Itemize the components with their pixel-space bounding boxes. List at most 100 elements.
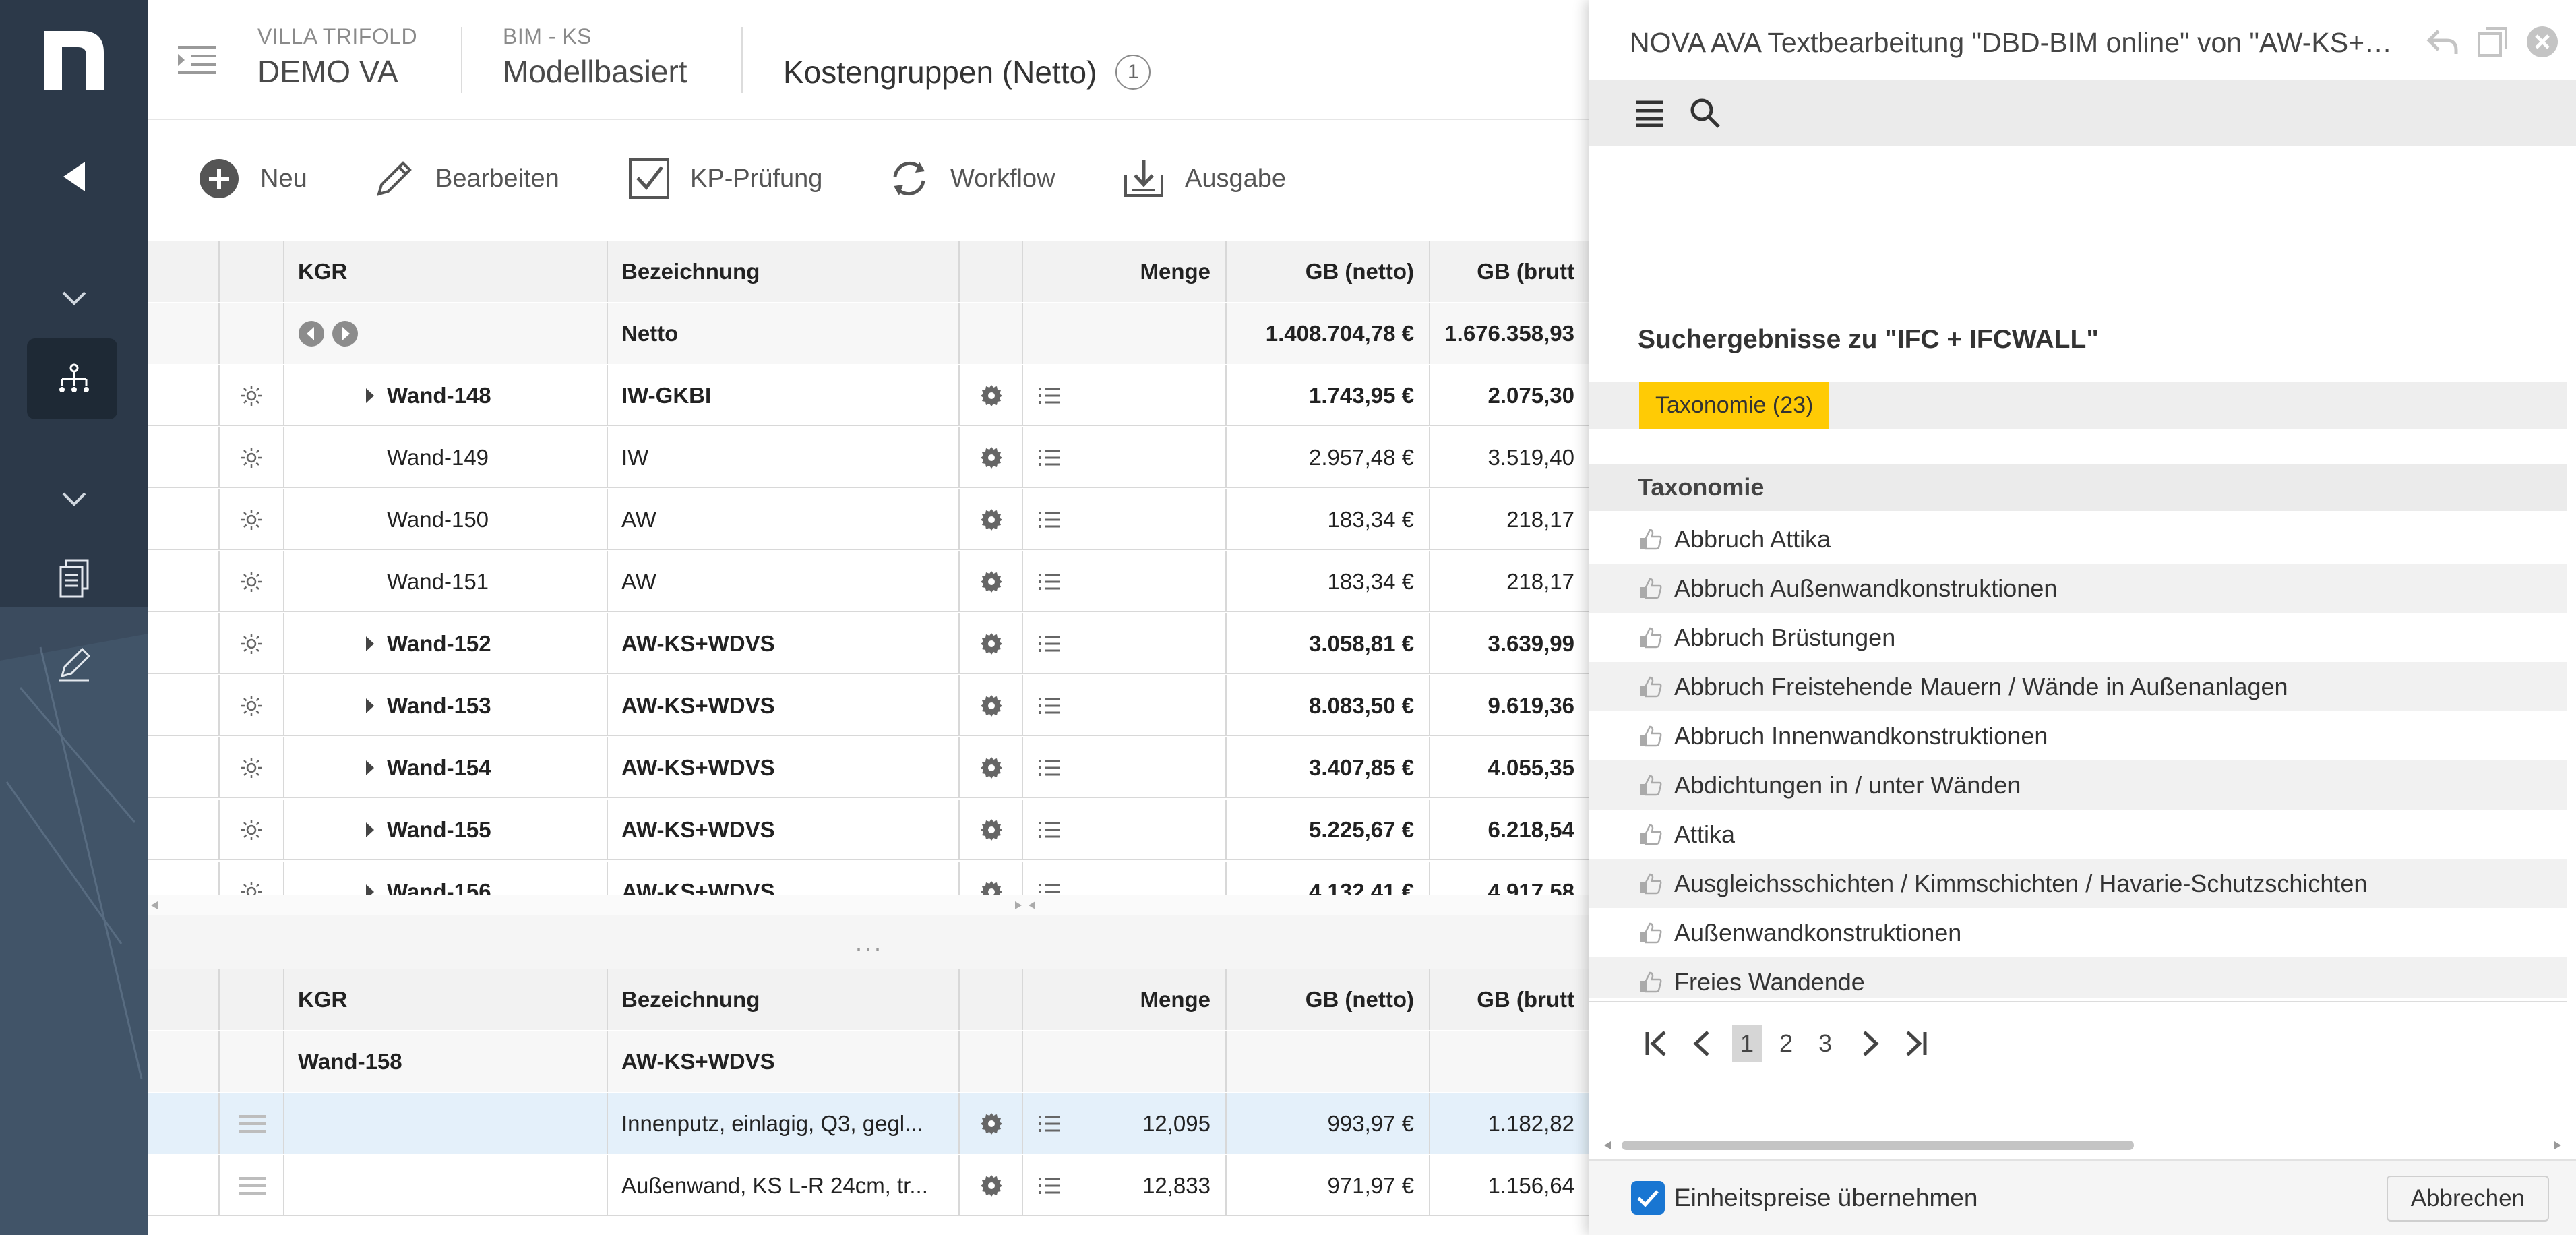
row-kgr[interactable]: Wand-156 — [284, 862, 608, 895]
table-row[interactable]: Wand-150 AW 183,34 € 218,17 — [148, 489, 1591, 550]
table-row[interactable]: Innenputz, einlagig, Q3, gegl... 12,095 99… — [148, 1093, 1591, 1154]
header-menge[interactable]: Menge — [1023, 969, 1227, 1030]
sidebar-item-model[interactable] — [0, 338, 148, 419]
gear-icon[interactable] — [979, 507, 1004, 533]
checkbox-checked-icon[interactable] — [1631, 1181, 1665, 1215]
list-item[interactable]: Außenwandkonstruktionen — [1589, 908, 2567, 957]
row-menge-cell[interactable] — [1023, 613, 1227, 674]
table-row[interactable]: Wand-148 IW-GKBI 1.743,95 € 2.075,30 — [148, 365, 1591, 426]
row-menge-cell[interactable] — [1023, 800, 1227, 860]
list-details-icon[interactable] — [1038, 634, 1061, 654]
row-gear-cell[interactable] — [960, 800, 1023, 860]
row-kgr[interactable]: Wand-152 — [284, 613, 608, 674]
row-menge-cell[interactable] — [1023, 737, 1227, 798]
row-gear-cell[interactable] — [960, 427, 1023, 488]
row-gear-cell[interactable] — [960, 551, 1023, 612]
header-gb-netto[interactable]: GB (netto) — [1227, 969, 1430, 1030]
row-kgr[interactable]: Wand-149 — [284, 427, 608, 488]
row-kgr[interactable]: Wand-150 — [284, 489, 608, 550]
kp-check-button[interactable]: KP-Prüfung — [628, 158, 822, 200]
row-menge-cell[interactable] — [1023, 675, 1227, 736]
prev-page-icon[interactable] — [1689, 1029, 1713, 1058]
row-kgr[interactable]: Wand-151 — [284, 551, 608, 612]
table-row[interactable]: Außenwand, KS L-R 24cm, tr... 12,833 971,9… — [148, 1155, 1591, 1216]
grid-splitter[interactable]: ... — [148, 915, 1591, 969]
list-item[interactable]: Freies Wandende — [1589, 957, 2567, 998]
page-number[interactable]: 2 — [1771, 1025, 1801, 1062]
header-gb-netto[interactable]: GB (netto) — [1227, 241, 1430, 302]
header-kgr[interactable]: KGR — [284, 969, 608, 1030]
expand-caret-icon[interactable] — [364, 697, 376, 715]
list-item[interactable]: Abbruch Außenwandkonstruktionen — [1589, 564, 2567, 613]
tab-taxonomie[interactable]: Taxonomie (23) — [1639, 382, 1830, 429]
row-kgr[interactable]: Wand-154 — [284, 737, 608, 798]
table-row[interactable]: Wand-151 AW 183,34 € 218,17 — [148, 551, 1591, 612]
list-item[interactable]: Abbruch Brüstungen — [1589, 613, 2567, 662]
row-menge-cell[interactable]: 12,833 — [1023, 1155, 1227, 1216]
section-toggle-2[interactable] — [0, 479, 148, 519]
workflow-button[interactable]: Workflow — [888, 158, 1055, 200]
expand-caret-icon[interactable] — [364, 883, 376, 895]
header-kgr[interactable]: KGR — [284, 241, 608, 302]
edit-button[interactable]: Bearbeiten — [373, 158, 559, 200]
row-menge-cell[interactable] — [1023, 427, 1227, 488]
last-page-icon[interactable] — [1902, 1029, 1929, 1058]
row-menge-cell[interactable]: 12,095 — [1023, 1093, 1227, 1154]
expand-caret-icon[interactable] — [364, 759, 376, 777]
app-logo[interactable] — [0, 26, 148, 96]
row-menge-cell[interactable] — [1023, 551, 1227, 612]
output-button[interactable]: Ausgabe — [1123, 158, 1286, 200]
row-gear-cell[interactable] — [960, 737, 1023, 798]
row-gear-cell[interactable] — [960, 675, 1023, 736]
row-gear-cell[interactable] — [960, 1093, 1023, 1154]
cancel-button[interactable]: Abbrechen — [2386, 1176, 2549, 1222]
table-row[interactable]: Wand-152 AW-KS+WDVS 3.058,81 € 3.639,99 — [148, 613, 1591, 674]
list-menu-icon[interactable] — [1634, 98, 1666, 128]
table-row[interactable]: Wand-156 AW-KS+WDVS 4.132,41 € 4.917,58 — [148, 862, 1591, 895]
header-menge[interactable]: Menge — [1023, 241, 1227, 302]
list-details-icon[interactable] — [1038, 1114, 1061, 1134]
row-gear-cell[interactable] — [960, 613, 1023, 674]
scrollbar-thumb[interactable] — [1622, 1141, 2134, 1150]
list-item[interactable]: Abbruch Attika — [1589, 514, 2567, 564]
row-gear-cell[interactable] — [960, 862, 1023, 895]
row-drag-cell[interactable] — [220, 1155, 284, 1216]
header-bezeichnung[interactable]: Bezeichnung — [608, 969, 960, 1030]
new-button[interactable]: Neu — [198, 158, 307, 200]
mode-selector[interactable]: BIM - KS Modellbasiert — [503, 24, 687, 90]
page-number[interactable]: 1 — [1732, 1025, 1762, 1062]
expand-caret-icon[interactable] — [364, 821, 376, 839]
list-details-icon[interactable] — [1038, 696, 1061, 716]
header-bezeichnung[interactable]: Bezeichnung — [608, 241, 960, 302]
list-item[interactable]: Abbruch Innenwandkonstruktionen — [1589, 711, 2567, 760]
row-gear-cell[interactable] — [960, 1155, 1023, 1216]
sidebar-item-edit[interactable] — [0, 639, 148, 689]
row-kgr[interactable]: Wand-155 — [284, 800, 608, 860]
drag-handle-icon[interactable] — [237, 1114, 267, 1134]
drag-handle-icon[interactable] — [237, 1176, 267, 1196]
table-row[interactable]: Wand-155 AW-KS+WDVS 5.225,67 € 6.218,54 — [148, 800, 1591, 860]
row-gear-cell[interactable] — [960, 365, 1023, 426]
row-menge-cell[interactable] — [1023, 365, 1227, 426]
sidebar-item-documents[interactable] — [0, 554, 148, 604]
gear-icon[interactable] — [979, 817, 1004, 843]
list-details-icon[interactable] — [1038, 510, 1061, 530]
grid-horizontal-scrollbar[interactable] — [148, 895, 1591, 915]
expand-caret-icon[interactable] — [364, 635, 376, 653]
list-item[interactable]: Attika — [1589, 810, 2567, 859]
next-page-icon[interactable] — [1859, 1029, 1883, 1058]
table-row[interactable]: Wand-149 IW 2.957,48 € 3.519,40 — [148, 427, 1591, 488]
list-details-icon[interactable] — [1038, 1176, 1061, 1196]
list-details-icon[interactable] — [1038, 758, 1061, 778]
row-drag-cell[interactable] — [220, 1093, 284, 1154]
row-kgr[interactable]: Wand-148 — [284, 365, 608, 426]
list-details-icon[interactable] — [1038, 386, 1061, 406]
gear-icon[interactable] — [979, 755, 1004, 781]
page-number[interactable]: 3 — [1810, 1025, 1840, 1062]
gear-icon[interactable] — [979, 879, 1004, 895]
undo-icon[interactable] — [2425, 24, 2460, 59]
section-toggle-1[interactable] — [0, 278, 148, 318]
collapse-sidebar-button[interactable] — [0, 150, 148, 204]
row-kgr[interactable]: Wand-153 — [284, 675, 608, 736]
list-item[interactable]: Ausgleichsschichten / Kimmschichten / Ha… — [1589, 859, 2567, 908]
